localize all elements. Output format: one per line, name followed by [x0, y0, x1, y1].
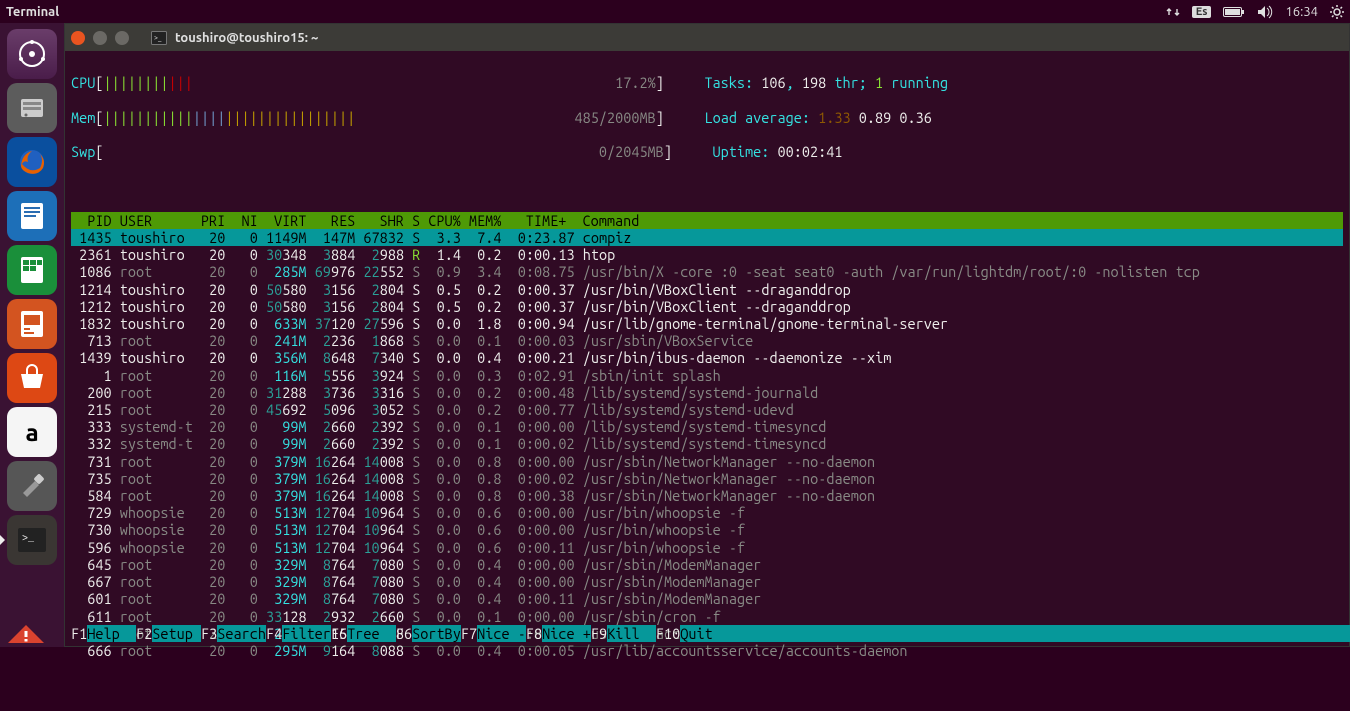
unity-launcher: a >_ [0, 23, 64, 647]
process-row[interactable]: 2361 toushiro 20 0 30348 3884 2988 R 1.4… [71, 246, 1343, 263]
process-list[interactable]: 1435 toushiro 20 0 1149M 147M 67832 S 3.… [71, 229, 1343, 659]
fnkey-label[interactable]: Search [217, 625, 266, 642]
launcher-settings[interactable] [7, 461, 57, 511]
terminal-window: >_ toushiro@toushiro15: ~ CPU[||||||||||… [64, 23, 1350, 647]
keyboard-indicator[interactable]: Es [1192, 6, 1212, 18]
launcher-firefox[interactable] [7, 137, 57, 187]
process-row[interactable]: 1 root 20 0 116M 5556 3924 S 0.0 0.3 0:0… [71, 367, 1343, 384]
battery-icon[interactable] [1223, 6, 1245, 18]
fnkey-label[interactable]: Help [87, 625, 136, 642]
fnkey-label[interactable]: Setup [152, 625, 201, 642]
tasks-label: Tasks: [704, 74, 753, 91]
process-row[interactable]: 1435 toushiro 20 0 1149M 147M 67832 S 3.… [71, 229, 1343, 246]
process-row[interactable]: 1214 toushiro 20 0 50580 3156 2804 S 0.5… [71, 281, 1343, 298]
launcher-calc[interactable] [7, 245, 57, 295]
process-row[interactable]: 713 root 20 0 241M 2236 1868 S 0.0 0.1 0… [71, 332, 1343, 349]
fnkey-label[interactable]: SortBy [412, 625, 461, 642]
process-row[interactable]: 667 root 20 0 329M 8764 7080 S 0.0 0.4 0… [71, 573, 1343, 590]
launcher-files[interactable] [7, 83, 57, 133]
function-key-bar: F1Help F2Setup F3SearchF4FilterF5Tree F6… [65, 625, 1349, 646]
fnkey-F1[interactable]: F1 [71, 625, 87, 642]
launcher-terminal[interactable]: >_ [7, 515, 57, 565]
process-header[interactable]: PID USER PRI NI VIRT RES SHR S CPU% MEM%… [71, 212, 1343, 229]
process-row[interactable]: 1832 toushiro 20 0 633M 37120 27596 S 0.… [71, 315, 1343, 332]
process-row[interactable]: 200 root 20 0 31288 3736 3316 S 0.0 0.2 … [71, 384, 1343, 401]
process-row[interactable]: 215 root 20 0 45692 5096 3052 S 0.0 0.2 … [71, 401, 1343, 418]
svg-text:>_: >_ [154, 34, 162, 42]
process-row[interactable]: 729 whoopsie 20 0 513M 12704 10964 S 0.0… [71, 504, 1343, 521]
process-row[interactable]: 1439 toushiro 20 0 356M 8648 7340 S 0.0 … [71, 349, 1343, 366]
launcher-dash[interactable] [7, 29, 57, 79]
process-row[interactable]: 735 root 20 0 379M 16264 14008 S 0.0 0.8… [71, 470, 1343, 487]
window-titlebar[interactable]: >_ toushiro@toushiro15: ~ [65, 24, 1349, 51]
launcher-alert-icon[interactable] [6, 624, 46, 644]
launcher-software[interactable] [7, 353, 57, 403]
fnkey-label[interactable]: Kill [607, 625, 656, 642]
process-row[interactable]: 332 systemd-t 20 0 99M 2660 2392 S 0.0 0… [71, 435, 1343, 452]
uptime-label: Uptime: [713, 143, 770, 160]
process-row[interactable]: 601 root 20 0 329M 8764 7080 S 0.0 0.4 0… [71, 590, 1343, 607]
fnkey-F3[interactable]: F3 [201, 625, 217, 642]
process-row[interactable]: 730 whoopsie 20 0 513M 12704 10964 S 0.0… [71, 521, 1343, 538]
fnkey-label[interactable]: Nice + [542, 625, 591, 642]
top-panel: Terminal Es 16:34 [0, 0, 1350, 23]
clock[interactable]: 16:34 [1285, 5, 1318, 19]
window-close-button[interactable] [71, 31, 85, 45]
launcher-amazon[interactable]: a [7, 407, 57, 457]
window-maximize-button[interactable] [115, 31, 129, 45]
fnkey-label[interactable]: Filter [282, 625, 331, 642]
terminal-output[interactable]: CPU[||||||||||| 17.2%] Tasks: 106, 198 t… [65, 51, 1349, 646]
fnkey-F5[interactable]: F5 [331, 625, 347, 642]
process-row[interactable]: 333 systemd-t 20 0 99M 2660 2392 S 0.0 0… [71, 418, 1343, 435]
process-row[interactable]: 731 root 20 0 379M 16264 14008 S 0.0 0.8… [71, 453, 1343, 470]
process-row[interactable]: 645 root 20 0 329M 8764 7080 S 0.0 0.4 0… [71, 556, 1343, 573]
fnkey-F8[interactable]: F8 [526, 625, 542, 642]
process-row[interactable]: 1212 toushiro 20 0 50580 3156 2804 S 0.5… [71, 298, 1343, 315]
fnkey-label[interactable]: Tree [347, 625, 396, 642]
cpu-label: CPU [71, 74, 95, 91]
process-row[interactable]: 596 whoopsie 20 0 513M 12704 10964 S 0.0… [71, 539, 1343, 556]
network-icon[interactable] [1166, 5, 1180, 19]
panel-app-title: Terminal [6, 5, 59, 19]
process-row[interactable]: 1086 root 20 0 285M 69976 22552 S 0.9 3.… [71, 263, 1343, 280]
load-label: Load average: [704, 109, 810, 126]
fnkey-F7[interactable]: F7 [461, 625, 477, 642]
svg-text:>_: >_ [22, 534, 35, 545]
fnkey-F6[interactable]: F6 [396, 625, 412, 642]
fnkey-label[interactable]: Quit [680, 625, 729, 642]
window-minimize-button[interactable] [93, 31, 107, 45]
fnkey-F4[interactable]: F4 [266, 625, 282, 642]
mem-label: Mem [71, 109, 95, 126]
process-row[interactable]: 584 root 20 0 379M 16264 14008 S 0.0 0.8… [71, 487, 1343, 504]
launcher-writer[interactable] [7, 191, 57, 241]
launcher-impress[interactable] [7, 299, 57, 349]
fnkey-F10[interactable]: F10 [656, 625, 680, 642]
window-title: toushiro@toushiro15: ~ [175, 31, 318, 45]
sound-icon[interactable] [1257, 5, 1273, 19]
fnkey-F9[interactable]: F9 [591, 625, 607, 642]
fnkey-label[interactable]: Nice - [477, 625, 526, 642]
process-row[interactable]: 611 root 20 0 33128 2932 2660 S 0.0 0.1 … [71, 608, 1343, 625]
fnkey-F2[interactable]: F2 [136, 625, 152, 642]
gear-icon[interactable] [1330, 5, 1344, 19]
swp-label: Swp [71, 143, 95, 160]
terminal-icon: >_ [151, 31, 167, 45]
